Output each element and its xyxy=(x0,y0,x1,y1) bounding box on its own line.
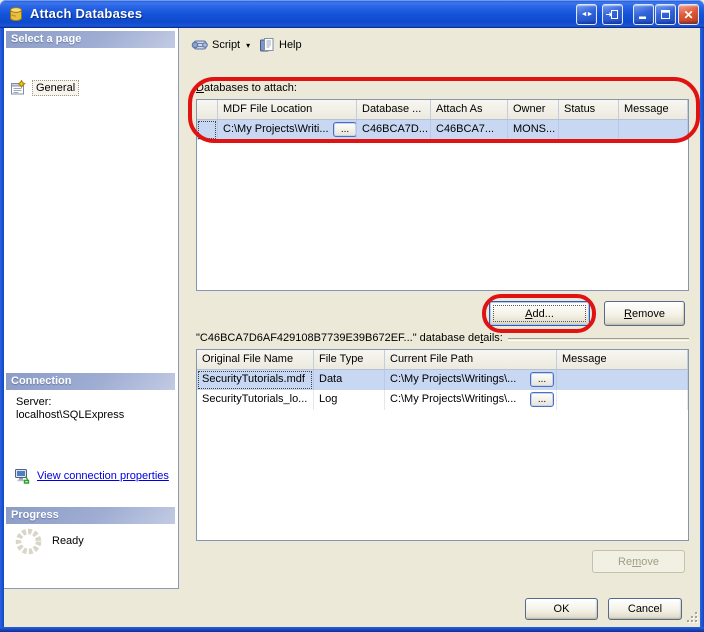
view-connection-properties-link[interactable]: View connection properties xyxy=(14,468,169,484)
help-button[interactable]: Help xyxy=(252,33,309,57)
original-file-name-cell[interactable]: SecurityTutorials_lo... xyxy=(197,390,314,410)
progress-status: Ready xyxy=(52,535,84,547)
link-label: View connection properties xyxy=(37,470,169,482)
general-page-icon xyxy=(10,80,26,96)
row-selector-cell[interactable] xyxy=(197,120,218,140)
script-icon xyxy=(191,38,208,52)
chevron-down-icon: ▾ xyxy=(246,41,250,50)
column-header-status: Status xyxy=(559,100,619,119)
column-header-selector xyxy=(197,100,218,119)
focus-rect xyxy=(198,121,216,139)
column-header-database: Database ... xyxy=(357,100,431,119)
status-cell[interactable] xyxy=(559,120,619,140)
ok-button[interactable]: OK xyxy=(525,598,598,620)
column-header-owner: Owner xyxy=(508,100,559,119)
connection-header: Connection xyxy=(6,373,175,390)
message-cell[interactable] xyxy=(557,370,688,390)
attach-databases-dialog: Attach Databases ◄► ✕ xyxy=(0,0,704,632)
current-file-path-cell[interactable]: C:\My Projects\Writings\... ... xyxy=(385,370,557,390)
database-cell[interactable]: C46BCA7D... xyxy=(357,120,431,140)
progress-header: Progress xyxy=(6,507,175,524)
titlebar[interactable]: Attach Databases ◄► ✕ xyxy=(0,0,704,28)
table-row[interactable]: C:\My Projects\Writi... ... C46BCA7D... … xyxy=(197,120,688,140)
database-details-label: "C46BCA7D6AF429108B7739E39B672EF..." dat… xyxy=(196,332,689,344)
window-frame-right xyxy=(700,28,704,627)
server-value: localhost\SQLExpress xyxy=(16,409,124,422)
window-dock-button[interactable] xyxy=(602,4,623,25)
window-maximize-button[interactable] xyxy=(655,4,676,25)
column-header-original-file-name: Original File Name xyxy=(197,350,314,369)
dock-icon xyxy=(606,9,619,20)
select-a-page-header: Select a page xyxy=(6,31,175,48)
file-type-cell[interactable]: Log xyxy=(314,390,385,410)
column-header-message: Message xyxy=(557,350,688,369)
sidebar: Select a page General Connection Server:… xyxy=(4,28,179,589)
sidebar-item-general[interactable]: General xyxy=(10,79,79,96)
browse-button[interactable]: ... xyxy=(530,372,554,387)
window-minimize-button[interactable] xyxy=(633,4,654,25)
resize-arrows-icon: ◄► xyxy=(581,11,593,18)
databases-to-attach-grid: MDF File Location Database ... Attach As… xyxy=(196,99,689,291)
owner-cell[interactable]: MONS... xyxy=(508,120,559,140)
window-frame-bottom xyxy=(0,627,704,632)
table-row[interactable]: SecurityTutorials_lo... Log C:\My Projec… xyxy=(197,390,688,410)
window-close-button[interactable]: ✕ xyxy=(678,4,699,25)
column-header-message: Message xyxy=(619,100,688,119)
column-header-attach-as: Attach As xyxy=(431,100,508,119)
grid-header: Original File Name File Type Current Fil… xyxy=(197,350,688,370)
grid-header: MDF File Location Database ... Attach As… xyxy=(197,100,688,120)
focus-rect xyxy=(198,371,312,389)
sidebar-item-label: General xyxy=(32,80,79,96)
add-button[interactable]: Add... xyxy=(489,301,590,326)
browse-button[interactable]: ... xyxy=(333,122,357,137)
mdf-file-location-cell[interactable]: C:\My Projects\Writi... ... xyxy=(218,120,357,140)
maximize-icon xyxy=(660,9,671,20)
current-file-path-cell[interactable]: C:\My Projects\Writings\... ... xyxy=(385,390,557,410)
server-label: Server: xyxy=(16,396,51,409)
help-label: Help xyxy=(279,39,302,51)
progress-spinner-icon xyxy=(14,527,43,559)
help-icon xyxy=(259,37,275,53)
original-file-name-cell[interactable]: SecurityTutorials.mdf xyxy=(197,370,314,390)
window-resize-button[interactable]: ◄► xyxy=(576,4,597,25)
minimize-icon xyxy=(638,9,649,20)
column-header-file-type: File Type xyxy=(314,350,385,369)
script-label: Script xyxy=(212,39,240,51)
column-header-mdf-file-location: MDF File Location xyxy=(218,100,357,119)
browse-button[interactable]: ... xyxy=(530,392,554,407)
divider xyxy=(508,338,689,341)
table-row[interactable]: SecurityTutorials.mdf Data C:\My Project… xyxy=(197,370,688,390)
column-header-current-file-path: Current File Path xyxy=(385,350,557,369)
database-icon xyxy=(8,6,24,25)
cancel-button[interactable]: Cancel xyxy=(608,598,682,620)
message-cell[interactable] xyxy=(557,390,688,410)
resize-grip[interactable] xyxy=(686,611,700,628)
connection-properties-icon xyxy=(14,468,31,484)
window-title: Attach Databases xyxy=(30,6,142,21)
remove-details-button[interactable]: Remove xyxy=(592,550,685,573)
file-type-cell[interactable]: Data xyxy=(314,370,385,390)
databases-to-attach-label: Databases to attach: xyxy=(196,82,297,94)
script-button[interactable]: Script ▾ xyxy=(184,33,257,57)
attach-as-cell[interactable]: C46BCA7... xyxy=(431,120,508,140)
message-cell[interactable] xyxy=(619,120,688,140)
close-icon: ✕ xyxy=(683,8,693,22)
database-details-grid: Original File Name File Type Current Fil… xyxy=(196,349,689,541)
remove-button[interactable]: Remove xyxy=(604,301,685,326)
